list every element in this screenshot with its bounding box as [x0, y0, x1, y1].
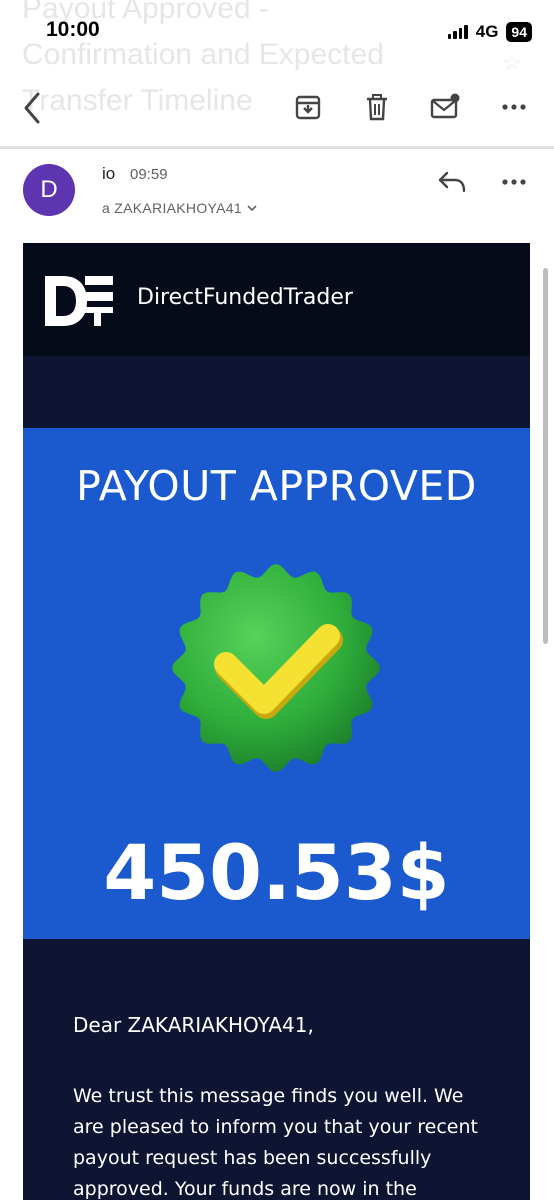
- recipient-toggle[interactable]: a ZAKARIAKHOYA41: [102, 200, 258, 216]
- greeting: Dear ZAKARIAKHOYA41,: [73, 1013, 314, 1037]
- status-time: 10:00: [46, 18, 100, 41]
- avatar[interactable]: D: [23, 164, 75, 216]
- brand-logo: [45, 276, 113, 326]
- reply-icon[interactable]: [436, 168, 468, 196]
- brand-name: DirectFundedTrader: [137, 285, 353, 310]
- toolbar-divider: [0, 146, 554, 149]
- message-time: 09:59: [130, 166, 168, 183]
- more-horizontal-icon[interactable]: [499, 92, 529, 122]
- network-label: 4G: [475, 22, 499, 41]
- sender-name[interactable]: io: [102, 164, 115, 184]
- mail-unread-icon[interactable]: [430, 92, 460, 122]
- message-text-area: Dear ZAKARIAKHOYA41, We trust this messa…: [23, 939, 530, 1200]
- email-body: DirectFundedTrader PAYOUT APPROVED 450.5…: [23, 243, 530, 1200]
- header-spacer: [23, 356, 530, 428]
- signal-icon: [447, 25, 468, 39]
- verified-check-icon: [168, 560, 384, 776]
- status-indicators: 4G 94: [447, 22, 532, 42]
- recipient-label: a ZAKARIAKHOYA41: [102, 200, 242, 216]
- payout-title: PAYOUT APPROVED: [76, 462, 477, 510]
- payout-panel: PAYOUT APPROVED 450.53$: [23, 428, 530, 939]
- chevron-down-icon: [246, 200, 258, 216]
- trash-icon[interactable]: [362, 92, 392, 122]
- top-bar: Payout Approved - Confirmation and Expec…: [0, 0, 554, 148]
- message-paragraph: We trust this message finds you well. We…: [73, 1085, 478, 1200]
- payout-amount: 450.53$: [103, 828, 450, 917]
- back-icon[interactable]: [20, 88, 48, 128]
- message-more-icon[interactable]: [498, 168, 530, 196]
- battery-icon: 94: [506, 22, 532, 42]
- brand-header: DirectFundedTrader: [23, 243, 530, 356]
- star-icon: ☆: [502, 50, 522, 75]
- scrollbar[interactable]: [543, 268, 548, 644]
- archive-icon[interactable]: [293, 92, 323, 122]
